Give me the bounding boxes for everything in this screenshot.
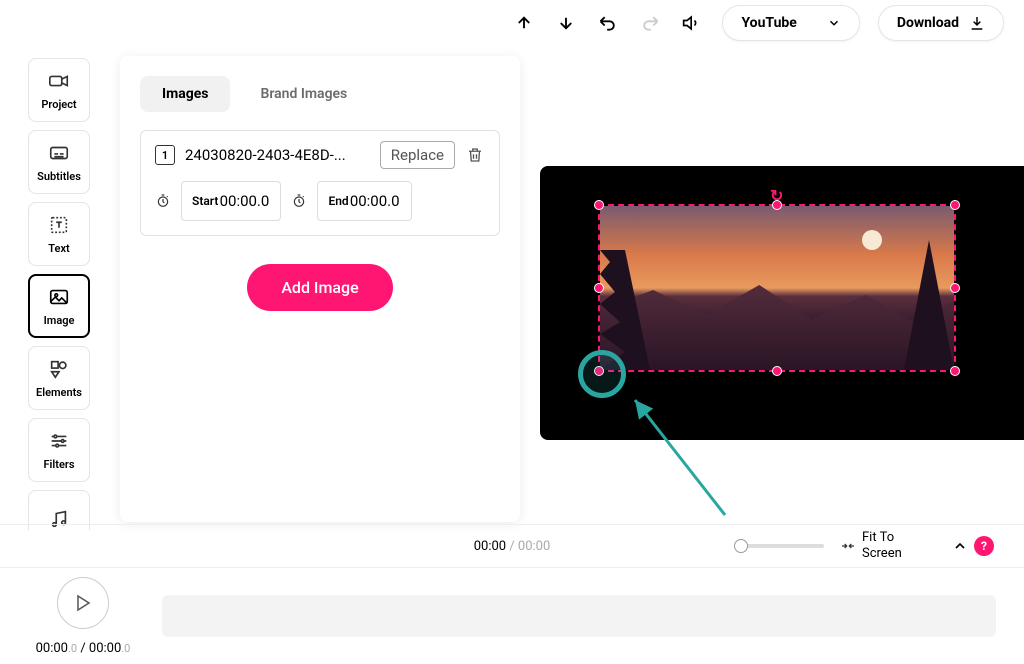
chevron-down-icon	[827, 16, 841, 30]
time-display: 00:00 / 00:00	[474, 539, 551, 554]
sidebar-label: Subtitles	[37, 170, 81, 183]
resize-handle-mr[interactable]	[950, 283, 960, 293]
current-time: 00:00	[474, 539, 506, 554]
fit-label: Fit To Screen	[862, 530, 914, 561]
sidebar-item-elements[interactable]: Elements	[28, 346, 90, 410]
start-value[interactable]	[218, 192, 270, 210]
image-item: 1 24030820-2403-4E8D-... Replace Start E…	[140, 130, 500, 236]
sliders-icon	[48, 430, 70, 452]
download-label: Download	[897, 15, 959, 31]
sidebar-label: Elements	[36, 386, 82, 399]
start-time-input[interactable]: Start	[181, 181, 281, 221]
end-time-input[interactable]: End	[317, 181, 411, 221]
download-icon	[969, 15, 985, 31]
resize-handle-br[interactable]	[950, 366, 960, 376]
sidebar-label: Filters	[44, 458, 75, 471]
timeline-header: 00:00 / 00:00 Fit To Screen ?	[0, 524, 1024, 568]
resize-handle-tc[interactable]	[772, 200, 782, 210]
shapes-icon	[48, 358, 70, 380]
image-icon	[48, 286, 70, 308]
zoom-slider[interactable]	[734, 544, 824, 548]
resize-handle-bc[interactable]	[772, 366, 782, 376]
redo-icon[interactable]	[638, 11, 662, 35]
canvas-preview[interactable]: ↻	[540, 166, 1024, 440]
arrow-down-icon[interactable]	[554, 11, 578, 35]
fit-to-screen-button[interactable]: Fit To Screen	[840, 530, 914, 561]
help-button[interactable]: ?	[974, 536, 994, 556]
preset-dropdown[interactable]: YouTube	[722, 5, 859, 41]
start-label: Start	[192, 194, 218, 208]
preset-label: YouTube	[741, 15, 796, 31]
video-camera-icon	[48, 70, 70, 92]
replace-button[interactable]: Replace	[380, 141, 455, 169]
sidebar-label: Text	[48, 242, 69, 255]
chevron-up-icon	[952, 538, 968, 554]
tab-brand-images[interactable]: Brand Images	[238, 76, 369, 112]
sidebar-item-subtitles[interactable]: Subtitles	[28, 130, 90, 194]
volume-icon[interactable]	[680, 11, 704, 35]
resize-handle-tr[interactable]	[950, 200, 960, 210]
undo-icon[interactable]	[596, 11, 620, 35]
image-selection-frame[interactable]: ↻	[598, 204, 956, 372]
timeline-body: 00:00.0 / 00:00.0	[0, 568, 1024, 664]
trash-icon	[466, 146, 484, 164]
stopwatch-icon	[155, 193, 171, 209]
play-icon	[75, 594, 91, 612]
total-time: 00:00	[518, 539, 550, 554]
sidebar-item-filters[interactable]: Filters	[28, 418, 90, 482]
timeline-track[interactable]	[162, 595, 996, 637]
top-toolbar: YouTube Download	[0, 0, 1024, 46]
download-button[interactable]: Download	[878, 5, 1004, 41]
text-icon	[48, 214, 70, 236]
play-button[interactable]	[57, 577, 109, 629]
end-label: End	[328, 194, 348, 208]
fit-icon	[840, 540, 856, 552]
resize-handle-tl[interactable]	[594, 200, 604, 210]
sidebar-label: Project	[41, 98, 76, 111]
sidebar-label: Image	[44, 314, 75, 327]
playhead-time: 00:00.0 / 00:00.0	[36, 641, 131, 656]
resize-handle-ml[interactable]	[594, 283, 604, 293]
tab-images[interactable]: Images	[140, 76, 230, 112]
sidebar-item-project[interactable]: Project	[28, 58, 90, 122]
delete-button[interactable]	[465, 145, 485, 165]
item-index: 1	[155, 145, 175, 165]
resize-handle-bl[interactable]	[594, 366, 604, 376]
images-panel: Images Brand Images 1 24030820-2403-4E8D…	[120, 56, 520, 522]
sidebar-item-image[interactable]: Image	[28, 274, 90, 338]
stopwatch-icon	[291, 193, 307, 209]
add-image-button[interactable]: Add Image	[247, 264, 392, 311]
collapse-toggle[interactable]	[952, 538, 968, 554]
left-sidebar: Project Subtitles Text Image Elements Fi…	[28, 58, 92, 530]
arrow-up-icon[interactable]	[512, 11, 536, 35]
sidebar-item-text[interactable]: Text	[28, 202, 90, 266]
panel-tabs: Images Brand Images	[140, 76, 500, 112]
image-content	[600, 206, 954, 370]
end-value[interactable]	[349, 192, 401, 210]
subtitles-icon	[48, 142, 70, 164]
item-filename: 24030820-2403-4E8D-...	[185, 146, 370, 164]
